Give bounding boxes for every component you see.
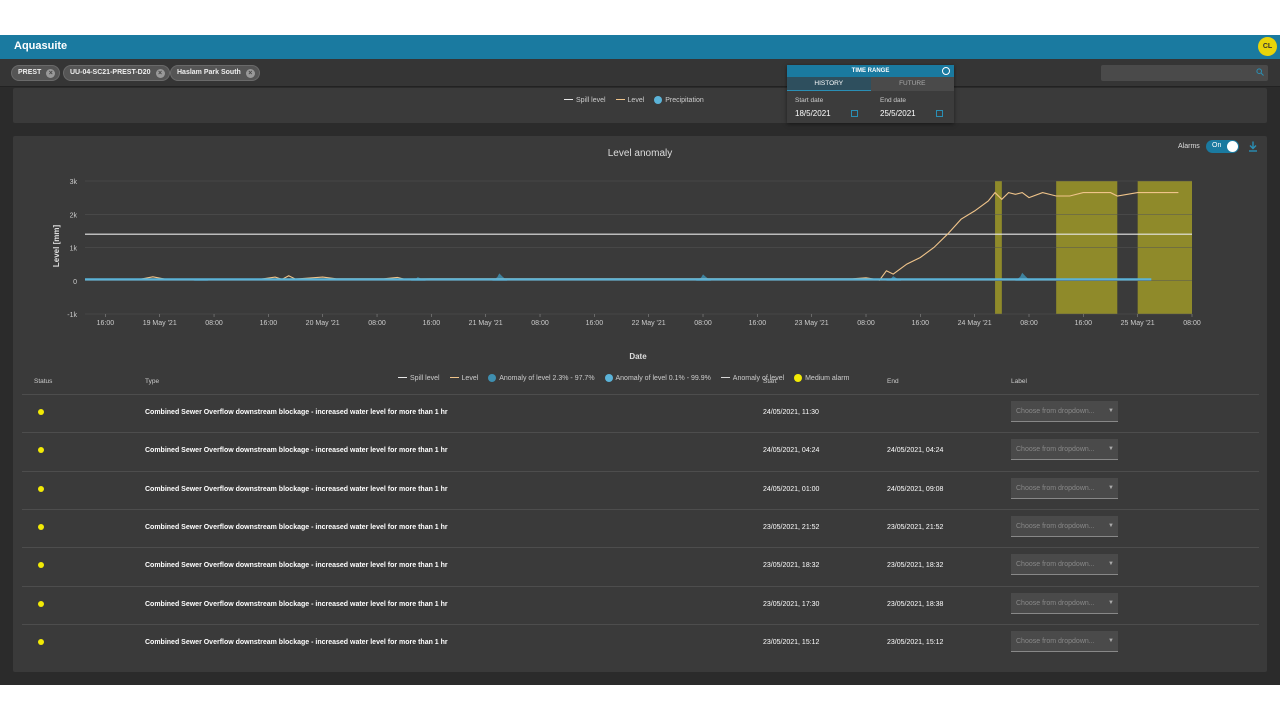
chip-remove-icon[interactable]: × bbox=[46, 69, 56, 78]
x-tick-label: 08:00 bbox=[1183, 320, 1201, 327]
x-tick-label: 16:00 bbox=[749, 320, 767, 327]
anomaly-panel: Alarms On Level anomaly 3k 2k 1k 0 -1k 16:00 1… bbox=[13, 136, 1267, 672]
y-tick-label: 1k bbox=[70, 246, 78, 253]
x-tick-label: 16:00 bbox=[586, 320, 604, 327]
x-tick-label: 08:00 bbox=[531, 320, 549, 327]
calendar-icon[interactable] bbox=[851, 110, 858, 117]
start-date-field[interactable]: 18/5/2021 bbox=[795, 109, 831, 118]
top-bar: Aquasuite CL bbox=[0, 35, 1280, 59]
legend-item-level[interactable]: Level bbox=[449, 375, 478, 382]
x-tick-label: 20 May '21 bbox=[306, 320, 340, 327]
y-tick-label: 2k bbox=[70, 212, 78, 219]
app-title: Aquasuite bbox=[14, 40, 68, 52]
x-tick-label: 24 May '21 bbox=[958, 320, 992, 327]
y-tick-label: 0 bbox=[73, 279, 77, 286]
start-date-label: Start date bbox=[795, 97, 824, 104]
filter-chip-label: Haslam Park South bbox=[177, 69, 241, 76]
time-range-tabs: HISTORY FUTURE bbox=[787, 77, 954, 91]
x-tick-label: 21 May '21 bbox=[469, 320, 503, 327]
legend-item-anomaly-2-3[interactable]: Anomaly of level 2.3% - 97.7% bbox=[488, 374, 595, 382]
y-tick-label: -1k bbox=[67, 312, 77, 319]
tab-history[interactable]: HISTORY bbox=[787, 77, 871, 91]
top-chart-panel: Spill level Level Precipitation bbox=[13, 88, 1267, 123]
legend-item-spill-level[interactable]: Spill level bbox=[564, 97, 606, 104]
legend-item-level[interactable]: Level bbox=[615, 97, 644, 104]
end-date-label: End date bbox=[880, 97, 907, 104]
legend-item-medium-alarm[interactable]: Medium alarm bbox=[794, 374, 849, 382]
chart-title: Level anomaly bbox=[607, 148, 673, 159]
chip-remove-icon[interactable]: × bbox=[245, 69, 255, 78]
x-tick-label: 16:00 bbox=[423, 320, 441, 327]
x-tick-label: 16:00 bbox=[1075, 320, 1093, 327]
end-date-field[interactable]: 25/5/2021 bbox=[880, 109, 916, 118]
user-avatar[interactable]: CL bbox=[1258, 37, 1277, 56]
filter-chip-label: UU-04-SC21-PREST-D20 bbox=[70, 69, 151, 76]
x-axis-label: Date bbox=[629, 352, 647, 361]
x-tick-label: 16:00 bbox=[912, 320, 930, 327]
tab-future[interactable]: FUTURE bbox=[870, 77, 954, 91]
x-tick-label: 08:00 bbox=[1020, 320, 1038, 327]
filter-chip[interactable]: PREST × bbox=[11, 65, 61, 81]
x-tick-label: 22 May '21 bbox=[632, 320, 666, 327]
x-tick-label: 16:00 bbox=[97, 320, 115, 327]
x-tick-label: 08:00 bbox=[857, 320, 875, 327]
x-tick-label: 19 May '21 bbox=[143, 320, 177, 327]
time-range-popover: TIME RANGE HISTORY FUTURE Start date 18/… bbox=[787, 65, 954, 123]
level-anomaly-chart[interactable]: 3k 2k 1k 0 -1k 16:00 19 May '21 08:00 16:00 20 Ma… bbox=[13, 161, 1267, 361]
chart-legend: Spill level Level Anomaly of level 2.3% … bbox=[398, 374, 857, 382]
x-tick-label: 25 May '21 bbox=[1121, 320, 1155, 327]
x-tick-label: 16:00 bbox=[260, 320, 278, 327]
legend-item-anomaly-of-level[interactable]: Anomaly of level bbox=[720, 375, 784, 382]
top-legend: Spill level Level Precipitation bbox=[564, 96, 712, 104]
search-input[interactable] bbox=[1101, 65, 1268, 81]
time-range-title: TIME RANGE bbox=[851, 68, 890, 74]
series-level bbox=[84, 191, 1179, 281]
calendar-icon[interactable] bbox=[936, 110, 943, 117]
clock-icon[interactable] bbox=[942, 67, 950, 75]
legend-item-precipitation[interactable]: Precipitation bbox=[654, 96, 704, 104]
filter-chip-label: PREST bbox=[18, 69, 42, 76]
legend-item-spill-level[interactable]: Spill level bbox=[398, 375, 440, 382]
filter-chip[interactable]: UU-04-SC21-PREST-D20 × bbox=[63, 65, 170, 81]
x-tick-label: 08:00 bbox=[694, 320, 712, 327]
x-tick-label: 08:00 bbox=[368, 320, 386, 327]
legend-item-anomaly-0-1[interactable]: Anomaly of level 0.1% - 99.9% bbox=[604, 374, 711, 382]
search-icon[interactable] bbox=[1256, 68, 1264, 76]
x-tick-label: 23 May '21 bbox=[795, 320, 829, 327]
y-tick-label: 3k bbox=[70, 179, 78, 186]
filter-chip[interactable]: Haslam Park South × bbox=[170, 65, 260, 81]
x-tick-label: 08:00 bbox=[205, 320, 223, 327]
y-axis-label: Level [mm] bbox=[52, 225, 61, 268]
filter-bar: PREST × UU-04-SC21-PREST-D20 × Haslam Park… bbox=[0, 59, 1280, 87]
chip-remove-icon[interactable]: × bbox=[155, 69, 165, 78]
app-window: Aquasuite CL PREST × UU-04-SC21-PREST-D20… bbox=[0, 35, 1280, 685]
time-range-header: TIME RANGE bbox=[787, 65, 954, 77]
